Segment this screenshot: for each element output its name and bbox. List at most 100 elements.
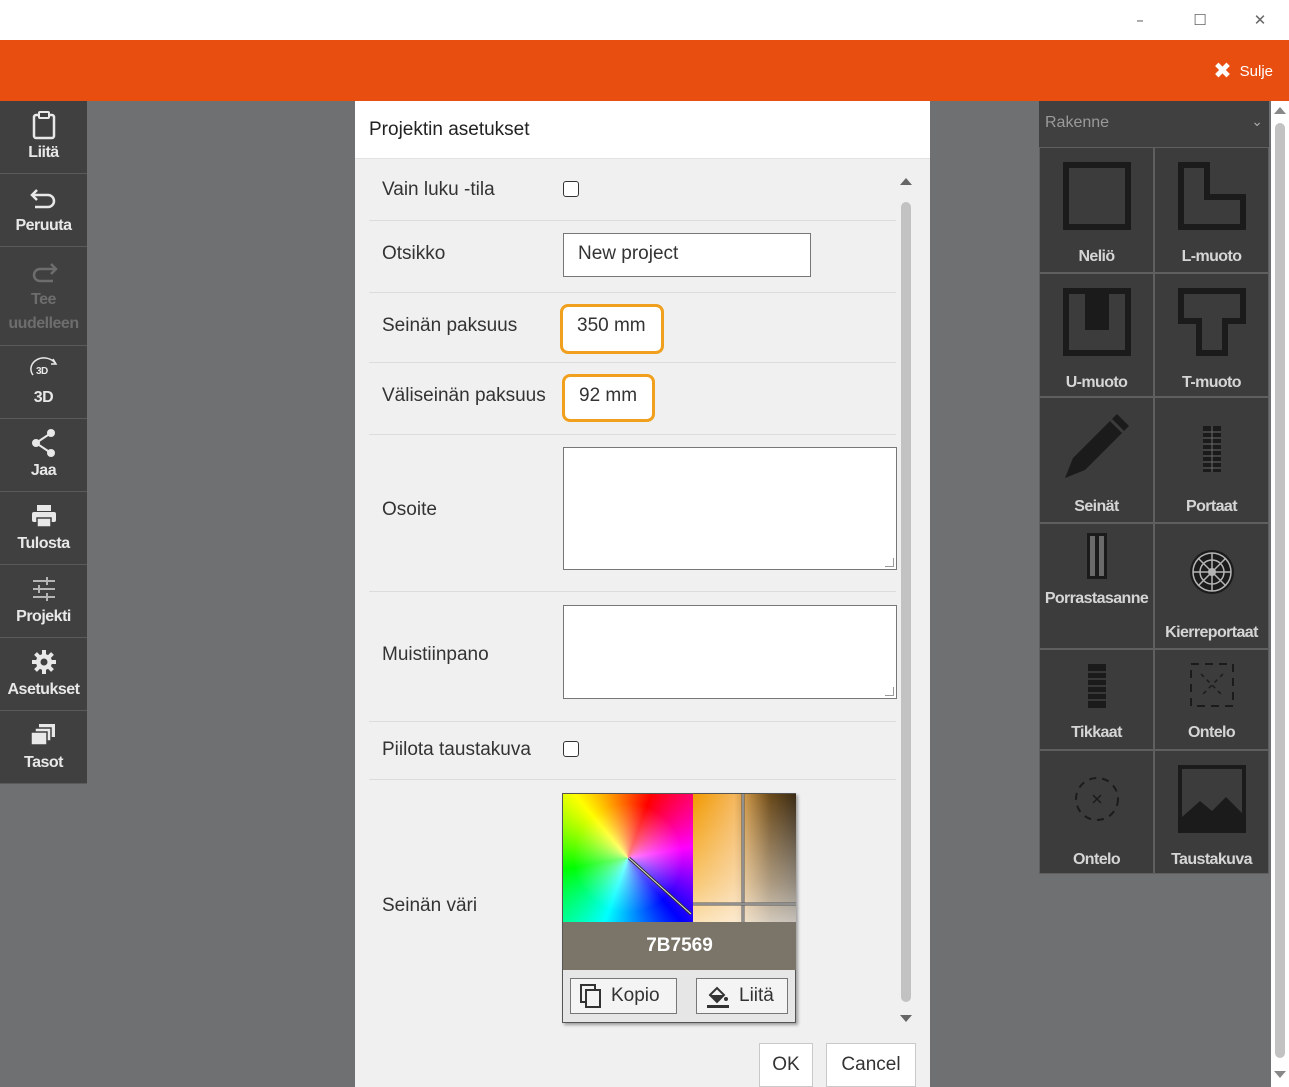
partition-thickness-label: Väliseinän paksuus — [382, 385, 546, 406]
undo-tool[interactable]: Peruuta — [0, 174, 87, 247]
notes-textarea[interactable] — [563, 605, 897, 699]
page-scroll-down-icon[interactable] — [1274, 1071, 1286, 1078]
3d-rotate-icon: 3D — [27, 354, 61, 386]
gear-icon — [30, 646, 58, 678]
void-square-icon — [1187, 650, 1237, 720]
t-shape-tool[interactable]: T-muoto — [1154, 273, 1269, 397]
print-tool[interactable]: Tulosta — [0, 492, 87, 565]
paste-label: Liitä — [739, 985, 774, 1006]
address-label: Osoite — [382, 499, 437, 520]
page-scrollbar[interactable] — [1271, 101, 1289, 1087]
dialog-scrollbar[interactable] — [897, 172, 915, 1028]
landing-tool[interactable]: Porrastasanne — [1039, 523, 1154, 649]
page-scroll-thumb[interactable] — [1275, 123, 1285, 1058]
window-title-bar: – ☐ ✕ — [0, 0, 1289, 40]
square-room-tool[interactable]: Neliö — [1039, 147, 1154, 273]
l-shape-icon — [1174, 148, 1250, 244]
partition-thickness-row: Väliseinän paksuus 92 mm — [369, 363, 896, 435]
color-picker: 7B7569 Kopio Liitä — [562, 793, 796, 1023]
category-select[interactable]: Rakenne ⌄ — [1039, 101, 1269, 147]
svg-text:3D: 3D — [36, 366, 48, 377]
landing-icon — [1077, 524, 1117, 586]
settings-tool[interactable]: Asetukset — [0, 638, 87, 711]
paste-tool[interactable]: Liitä — [0, 101, 87, 174]
project-tool[interactable]: Projekti — [0, 565, 87, 638]
project-tool-label: Projekti — [16, 608, 71, 625]
layers-icon — [29, 719, 59, 751]
wall-thickness-row: Seinän paksuus 350 mm — [369, 293, 896, 363]
clipboard-icon — [31, 109, 57, 141]
category-select-value: Rakenne — [1045, 114, 1110, 131]
readonly-checkbox[interactable] — [563, 181, 579, 197]
address-textarea[interactable] — [563, 447, 897, 570]
dialog-scroll-thumb[interactable] — [901, 202, 911, 1002]
background-image-icon — [1174, 751, 1250, 847]
app-header: ✖ Sulje — [0, 40, 1289, 101]
void-square-tool[interactable]: Ontelo — [1154, 649, 1269, 750]
scroll-down-arrow-icon[interactable] — [900, 1015, 912, 1022]
close-app-label: Sulje — [1239, 62, 1273, 80]
redo-tool[interactable]: Tee uudelleen — [0, 247, 87, 346]
void-circle-tool[interactable]: Ontelo — [1039, 750, 1154, 874]
walls-label: Seinät — [1074, 498, 1119, 515]
readonly-label: Vain luku -tila — [382, 179, 495, 200]
3d-tool[interactable]: 3D 3D — [0, 346, 87, 419]
void-square-label: Ontelo — [1187, 724, 1236, 741]
u-shape-tool[interactable]: U-muoto — [1039, 273, 1154, 397]
ladder-tool[interactable]: Tikkaat — [1039, 649, 1154, 750]
undo-tool-label: Peruuta — [15, 217, 72, 234]
background-image-tool[interactable]: Taustakuva — [1154, 750, 1269, 874]
paste-tool-label: Liitä — [28, 144, 59, 161]
void-circle-label: Ontelo — [1072, 851, 1121, 868]
resize-grip-icon[interactable] — [885, 687, 894, 696]
ok-button[interactable]: OK — [759, 1043, 813, 1087]
stairs-tool[interactable]: Portaat — [1154, 397, 1269, 523]
void-circle-icon — [1071, 751, 1123, 847]
copy-color-button[interactable]: Kopio — [570, 978, 677, 1014]
wall-thickness-input[interactable]: 350 mm — [560, 304, 664, 354]
spiral-stairs-icon — [1187, 524, 1237, 620]
redo-icon — [29, 256, 59, 288]
page-scroll-up-icon[interactable] — [1274, 107, 1286, 114]
window-maximize-button[interactable]: ☐ — [1188, 8, 1212, 32]
stairs-icon — [1192, 398, 1232, 494]
walls-tool[interactable]: Seinät — [1039, 397, 1154, 523]
window-minimize-button[interactable]: – — [1128, 8, 1152, 32]
paint-bucket-icon — [705, 983, 731, 1009]
pencil-icon — [1059, 398, 1135, 494]
square-room-icon — [1059, 148, 1135, 244]
l-shape-tool[interactable]: L-muoto — [1154, 147, 1269, 273]
scroll-up-arrow-icon[interactable] — [900, 178, 912, 185]
notes-label: Muistiinpano — [382, 644, 489, 665]
spiral-stairs-tool[interactable]: Kierreportaat — [1154, 523, 1269, 649]
title-label: Otsikko — [382, 243, 446, 264]
t-shape-label: T-muoto — [1182, 374, 1242, 391]
color-swatch: 7B7569 — [563, 922, 796, 970]
ladder-icon — [1079, 650, 1115, 720]
landing-label: Porrastasanne — [1044, 590, 1149, 607]
paste-color-button[interactable]: Liitä — [696, 978, 788, 1014]
u-shape-label: U-muoto — [1065, 374, 1128, 391]
t-shape-icon — [1174, 274, 1250, 370]
settings-tool-label: Asetukset — [7, 681, 80, 698]
partition-thickness-input[interactable]: 92 mm — [562, 374, 655, 422]
left-toolbar: Liitä Peruuta Tee uudelleen 3D 3D Jaa Tu… — [0, 101, 87, 784]
close-app-button[interactable]: ✖ Sulje — [1213, 58, 1273, 84]
wall-thickness-label: Seinän paksuus — [382, 315, 518, 336]
print-icon — [30, 500, 58, 532]
stairs-label: Portaat — [1186, 498, 1238, 515]
hide-background-checkbox[interactable] — [563, 741, 579, 757]
resize-grip-icon[interactable] — [885, 558, 894, 567]
chevron-down-icon: ⌄ — [1251, 113, 1263, 129]
cancel-button[interactable]: Cancel — [826, 1043, 916, 1087]
readonly-row: Vain luku -tila — [369, 159, 896, 221]
copy-icon — [579, 983, 603, 1009]
picker-handles — [627, 794, 796, 922]
window-close-button[interactable]: ✕ — [1248, 8, 1272, 32]
title-input[interactable]: New project — [563, 233, 811, 277]
print-tool-label: Tulosta — [17, 535, 70, 552]
share-icon — [30, 427, 58, 459]
layers-tool-label: Tasot — [24, 754, 63, 771]
share-tool[interactable]: Jaa — [0, 419, 87, 492]
layers-tool[interactable]: Tasot — [0, 711, 87, 784]
